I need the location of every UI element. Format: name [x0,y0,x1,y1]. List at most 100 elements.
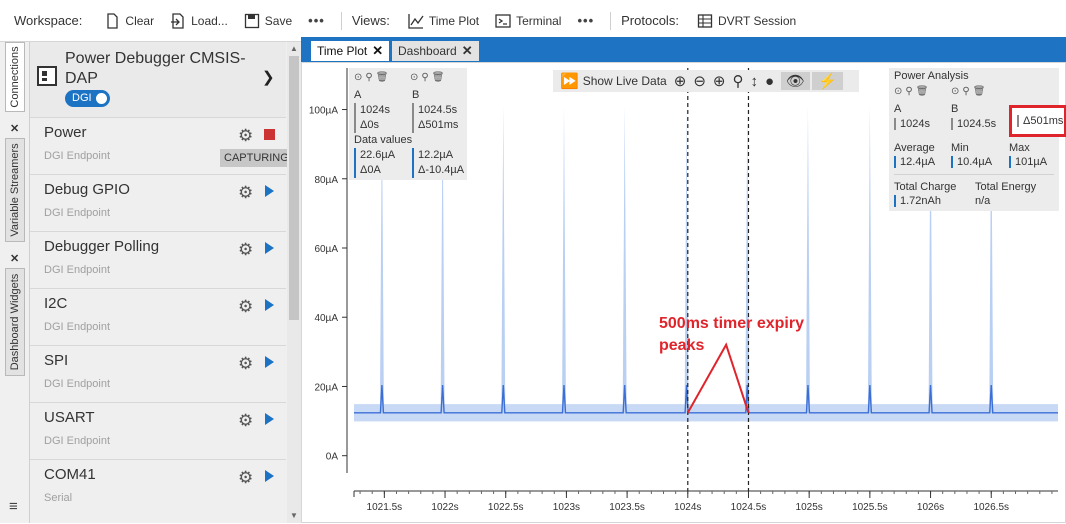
gear-icon[interactable]: ⚙ [238,183,253,203]
view-tab-bar: Time Plot ✕ Dashboard ✕ [301,37,1066,62]
max-value: 101µA [1009,156,1047,168]
marker-pin-icon[interactable]: ⚲ [732,72,743,90]
eye-icon[interactable]: 👁 [781,72,811,90]
dgi-toggle[interactable]: DGI [65,90,110,107]
show-live-data-label[interactable]: Show Live Data [583,74,667,88]
power-a-tools-icon[interactable]: ⊙⚲🗑 [894,86,931,97]
cursor-a-value: 22.6µA [360,149,396,161]
endpoint-com41[interactable]: COM41 Serial ⚙ [30,459,286,523]
clear-button[interactable]: Clear [104,12,155,29]
close-icon[interactable]: ✕ [10,252,19,265]
record-icon[interactable]: ● [765,73,774,90]
x-tick-label: 1022.5s [488,502,524,513]
tab-variable-streamers[interactable]: Variable Streamers [5,138,25,242]
device-header[interactable]: Power Debugger CMSIS-DAP ❯ DGI [30,42,286,117]
endpoint-type: DGI Endpoint [44,264,111,276]
play-icon[interactable] [265,185,274,197]
top-toolbar: Workspace: Clear Load... Save ••• Views:… [0,0,1066,42]
tab-time-plot[interactable]: Time Plot ✕ [311,41,390,61]
load-button[interactable]: Load... [170,12,228,29]
endpoint-name: SPI [44,352,69,369]
average-label: Average [894,142,935,154]
total-energy-value: n/a [975,195,991,207]
x-tick-label: 1024.5s [731,502,767,513]
tab-dashboard[interactable]: Dashboard ✕ [392,41,479,61]
play-icon[interactable] [265,242,274,254]
close-icon[interactable]: ✕ [462,43,473,59]
y-tick-label: 40µA [314,313,338,324]
toggle-knob [96,93,107,104]
panel-divider [894,174,1054,175]
power-a-time: 1024s [894,118,930,130]
sidebar-scrollbar[interactable]: ▲ ▼ [287,42,301,523]
endpoint-type: DGI Endpoint [44,435,111,447]
stop-icon[interactable] [264,129,275,140]
tab-connections[interactable]: Connections [5,42,25,112]
protocols-label: Protocols: [621,13,679,28]
device-icon [37,66,57,86]
peak-envelope [805,106,810,413]
x-tick-label: 1026.5s [973,502,1009,513]
zoom-out-icon[interactable]: ⊖ [693,72,706,90]
play-icon[interactable] [265,413,274,425]
table-icon [697,13,713,28]
save-button[interactable]: Save [244,13,292,29]
clear-label: Clear [125,13,155,28]
endpoint-name: Debugger Polling [44,238,160,255]
gear-icon[interactable]: ⚙ [238,297,253,317]
annotation-text: 500ms timer expiry peaks [659,313,804,357]
cursor-values-panel: ⊙⚲🗑 ⊙⚲🗑 A B 1024s Δ0s 1024.5s Δ501ms Dat… [349,68,467,180]
gear-icon[interactable]: ⚙ [238,468,253,488]
power-b-time: 1024.5s [951,118,996,130]
dvrt-session-button[interactable]: DVRT Session [697,13,796,29]
fast-forward-icon[interactable]: ⏩ [560,72,579,90]
tab-dashboard-widgets[interactable]: Dashboard Widgets [5,268,25,376]
cursor-a-tools-icon[interactable]: ⊙⚲🗑 [354,72,391,83]
close-icon[interactable]: ✕ [10,122,19,135]
x-tick-label: 1022s [431,502,458,513]
cursor-b-value: 12.2µA [418,149,454,161]
endpoint-power[interactable]: Power DGI Endpoint ⚙ CAPTURING [30,117,293,173]
play-icon[interactable] [265,299,274,311]
scroll-down-icon[interactable]: ▼ [290,511,298,520]
endpoint-spi[interactable]: SPI DGI Endpoint ⚙ [30,345,286,401]
zoom-in-icon[interactable]: ⊕ [674,72,687,90]
time-plot-area[interactable]: 0A 20µA 40µA 60µA 80µA 100µA 1021.5s 1022s 1022.… [301,62,1066,523]
connections-sidebar: Power Debugger CMSIS-DAP ❯ DGI Power DGI… [30,42,301,523]
play-icon[interactable] [265,470,274,482]
cursor-a-value-block: 22.6µA Δ0A [354,148,395,178]
endpoint-debug-gpio[interactable]: Debug GPIO DGI Endpoint ⚙ [30,174,286,230]
endpoint-debugger-polling[interactable]: Debugger Polling DGI Endpoint ⚙ [30,231,286,287]
scrollbar-thumb[interactable] [289,56,299,320]
x-tick-label: 1023.5s [609,502,645,513]
power-analysis-title: Power Analysis [894,70,969,82]
tab-dashboard-label: Dashboard [398,44,457,58]
terminal-button[interactable]: Terminal [495,13,561,29]
gear-icon[interactable]: ⚙ [238,411,253,431]
endpoint-i2c[interactable]: I2C DGI Endpoint ⚙ [30,288,286,344]
gear-icon[interactable]: ⚙ [238,354,253,374]
chevron-down-icon[interactable]: ❯ [262,68,275,86]
cursor-b-tools-icon[interactable]: ⊙⚲🗑 [410,72,447,83]
scroll-up-icon[interactable]: ▲ [290,44,298,53]
power-a-label: A [894,103,902,115]
vertical-resize-icon[interactable]: ↕ [750,73,758,90]
workspace-more-button[interactable]: ••• [308,13,325,28]
dvrt-session-label: DVRT Session [717,13,797,28]
gear-icon[interactable]: ⚙ [238,126,253,146]
views-more-button[interactable]: ••• [577,13,594,28]
menu-icon[interactable]: ≡ [9,498,18,515]
play-icon[interactable] [265,356,274,368]
add-cursor-icon[interactable]: ⊕ [713,72,726,90]
time-plot-button[interactable]: Time Plot [408,13,479,29]
power-b-tools-icon[interactable]: ⊙⚲🗑 [951,86,988,97]
line-chart-icon [408,13,424,29]
lightning-icon[interactable]: ⚡ [812,72,843,90]
min-value: 10.4µA [951,156,992,168]
gear-icon[interactable]: ⚙ [238,240,253,260]
cursor-b-value-delta: Δ-10.4µA [418,164,465,176]
endpoint-type: DGI Endpoint [44,150,111,162]
endpoint-usart[interactable]: USART DGI Endpoint ⚙ [30,402,286,458]
peak-envelope [501,106,506,413]
close-icon[interactable]: ✕ [372,43,383,59]
